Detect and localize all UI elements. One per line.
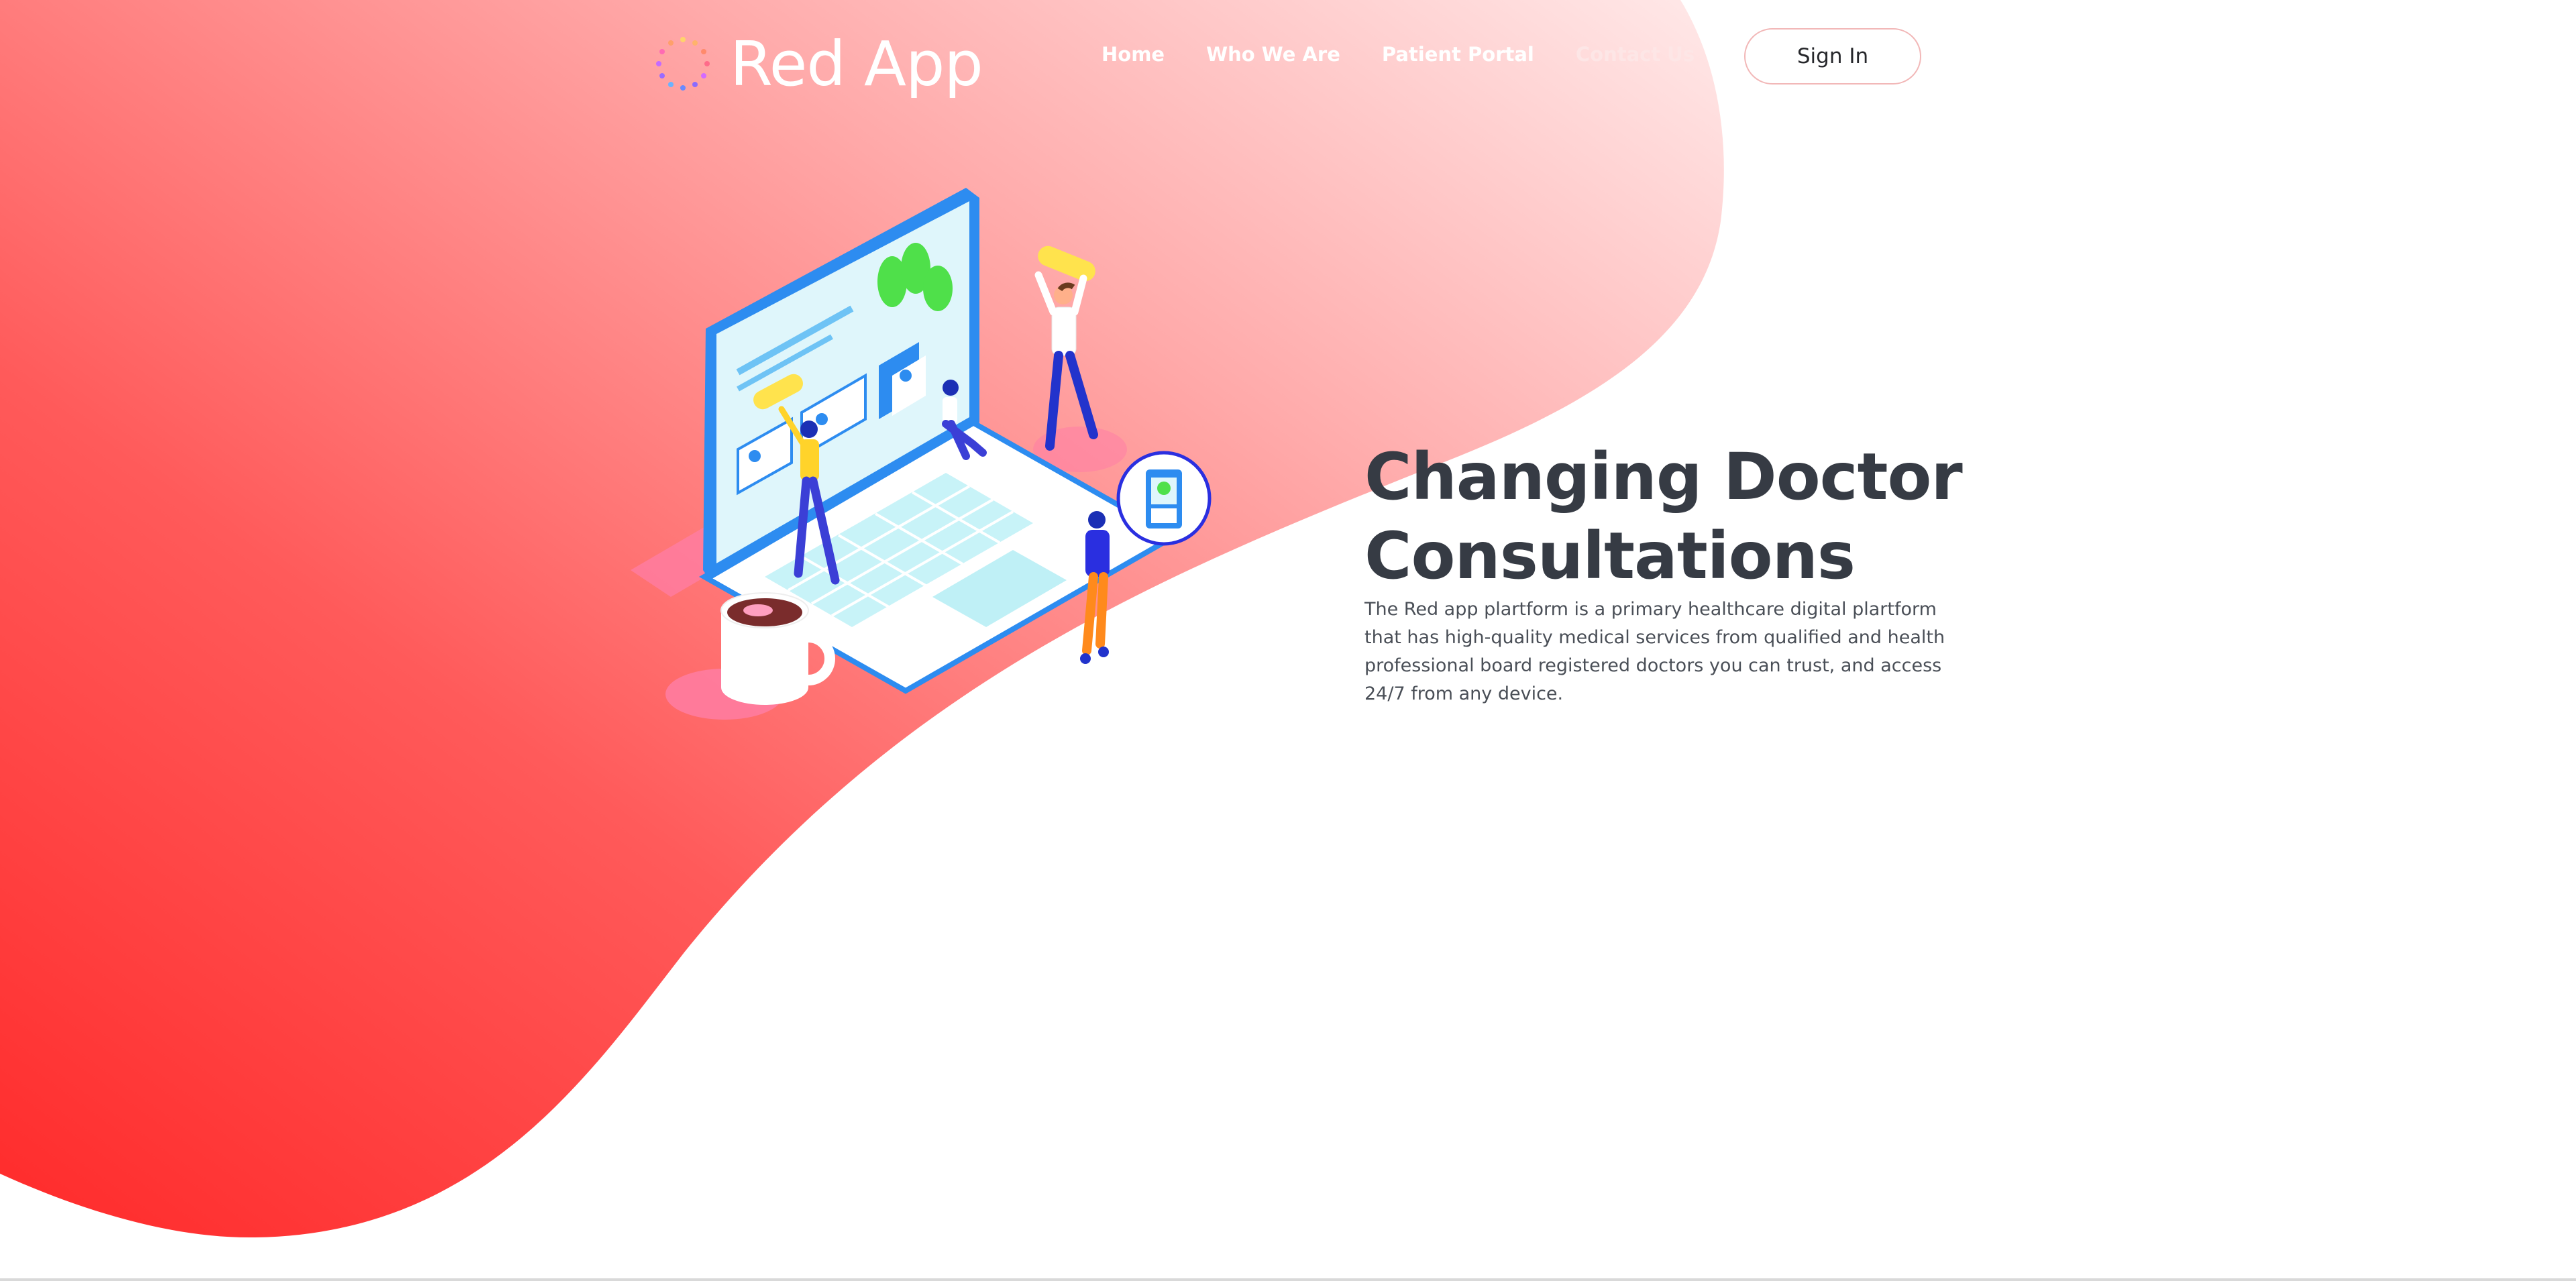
nav-patient-portal[interactable]: Patient Portal — [1382, 43, 1534, 66]
nav-contact-us[interactable]: Contact Us — [1576, 43, 1695, 66]
hero-title-line-1: Changing Doctor — [1364, 439, 1963, 514]
person-holding-sign — [1034, 271, 1098, 451]
brand-name: Red App — [730, 27, 983, 100]
sign-in-button[interactable]: Sign In — [1744, 28, 1921, 85]
speech-bubble-right — [1038, 245, 1095, 282]
isometric-laptop-people-illustration — [631, 188, 1212, 720]
hero-description: The Red app plartform is a primary healt… — [1364, 599, 1945, 704]
hero-title-line-2: Consultations — [1364, 518, 1856, 594]
page: Red App Home Who We Are Patient Portal C… — [0, 0, 2576, 1281]
nav-home[interactable]: Home — [1102, 43, 1165, 66]
nav-who-we-are[interactable]: Who We Are — [1206, 43, 1340, 66]
background-blob — [0, 0, 1724, 1238]
phone-badge-icon — [1116, 451, 1212, 546]
main-nav: Home Who We Are Patient Portal Contact U… — [1102, 43, 1695, 66]
bottom-divider — [0, 1278, 2576, 1281]
brand-logo[interactable]: Red App — [655, 27, 983, 101]
dotted-circle-logo-icon — [656, 37, 710, 91]
hero-title: Changing Doctor Consultations — [1364, 437, 1968, 596]
